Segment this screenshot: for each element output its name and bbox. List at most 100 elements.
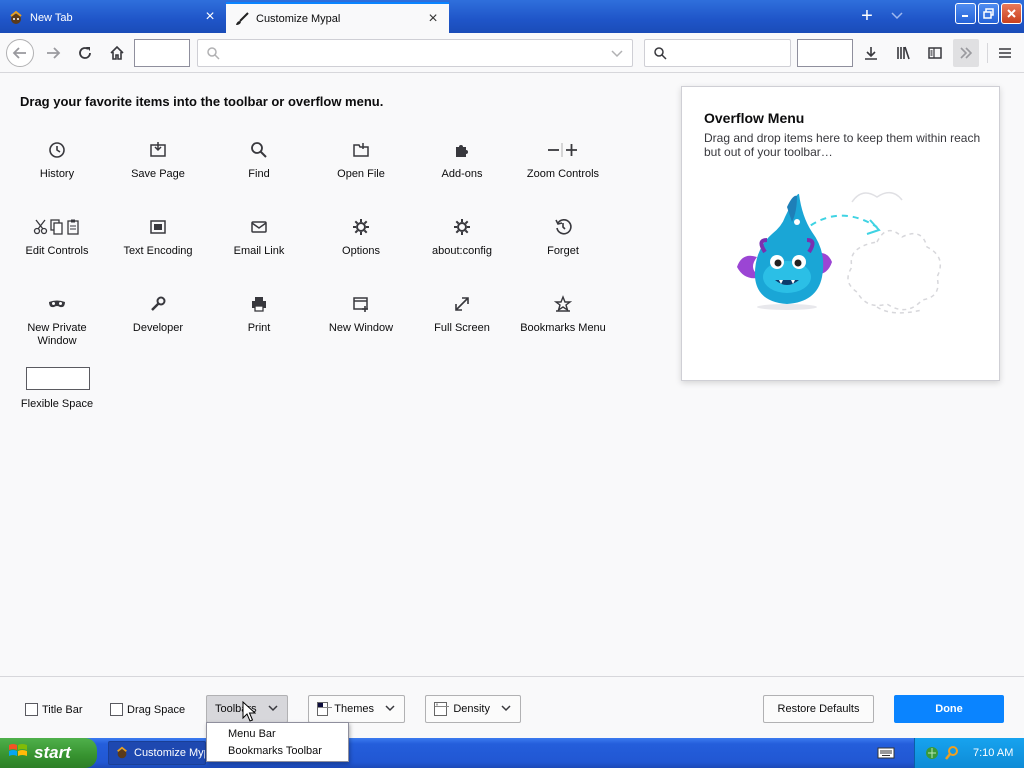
chevron-down-icon [384, 702, 396, 717]
back-arrow-icon[interactable] [6, 39, 34, 67]
checkbox-box[interactable] [25, 703, 38, 716]
palette-item-about-config[interactable]: about:config [412, 215, 512, 258]
minimize-icon[interactable] [955, 3, 976, 24]
envelope-icon [209, 215, 309, 239]
browser-window: New Tab × Customize Mypal × + Drag your … [0, 0, 1024, 768]
chevron-down-icon[interactable] [890, 8, 908, 26]
palette-item-email-link[interactable]: Email Link [209, 215, 309, 258]
taskbar-item-label: Customize Mypal [134, 747, 205, 759]
palette-item-label: Forget [547, 245, 579, 257]
flexible-space-item[interactable] [26, 367, 90, 390]
close-tab-icon[interactable]: × [425, 11, 441, 27]
flexible-space-slot[interactable] [134, 39, 190, 67]
palette-item-find[interactable]: Find [209, 138, 309, 181]
magnifier-icon [209, 138, 309, 162]
tab-new-tab[interactable]: New Tab × [0, 2, 226, 33]
palette-item-print[interactable]: Print [209, 292, 309, 335]
palette-item-label: Email Link [233, 245, 285, 257]
palette-item-new-private-window[interactable]: New Private Window [7, 292, 107, 348]
wrench-icon [108, 292, 208, 316]
restore-window-icon[interactable] [978, 3, 999, 24]
home-icon[interactable] [104, 41, 130, 65]
edit-icon [7, 215, 107, 239]
customize-footer: Title Bar Drag Space Toolbars Themes Den… [0, 676, 1024, 738]
chevron-down-icon[interactable] [610, 46, 624, 63]
menu-item-menu-bar[interactable]: Menu Bar [228, 728, 276, 740]
palette-item-history[interactable]: History [7, 138, 107, 181]
tab-label: Customize Mypal [256, 12, 341, 25]
palette-item-full-screen[interactable]: Full Screen [412, 292, 512, 335]
palette-item-label: Options [342, 245, 380, 257]
reload-icon[interactable] [72, 41, 98, 65]
palette-item-label: Bookmarks Menu [520, 322, 606, 334]
url-bar[interactable] [197, 39, 633, 67]
toolbar-separator [987, 43, 988, 63]
palette-item-new-window[interactable]: New Window [311, 292, 411, 335]
done-button[interactable]: Done [894, 695, 1004, 723]
checkbox-box[interactable] [110, 703, 123, 716]
network-icon[interactable] [925, 745, 941, 761]
palette-item-edit-controls[interactable]: Edit Controls [7, 215, 107, 258]
folder-icon [311, 138, 411, 162]
save-page-icon [108, 138, 208, 162]
taskbar: start Customize Mypal 7:10 AM [0, 738, 1024, 768]
density-swatch-icon [434, 702, 449, 716]
bookmarks-icon [513, 292, 613, 316]
mypal-logo-icon [8, 10, 24, 26]
drag-space-checkbox[interactable]: Drag Space [110, 703, 185, 716]
palette-item-options[interactable]: Options [311, 215, 411, 258]
palette-item-bookmarks-menu[interactable]: Bookmarks Menu [513, 292, 613, 335]
palette-item-save-page[interactable]: Save Page [108, 138, 208, 181]
title-bar-checkbox[interactable]: Title Bar [25, 703, 83, 716]
flexible-space-label: Flexible Space [20, 398, 94, 410]
gear-icon [412, 215, 512, 239]
keyboard-icon[interactable] [877, 747, 895, 762]
start-button[interactable]: start [0, 738, 97, 768]
themes-dropdown-button[interactable]: Themes [308, 695, 405, 723]
density-dropdown-button[interactable]: Density [425, 695, 521, 723]
fullscreen-icon [412, 292, 512, 316]
palette-item-label: New Private Window [27, 322, 87, 347]
hamburger-menu-icon[interactable] [992, 41, 1018, 65]
palette-item-label: Text Encoding [123, 245, 193, 257]
palette-item-open-file[interactable]: Open File [311, 138, 411, 181]
checkbox-label: Title Bar [42, 703, 83, 716]
tab-customize[interactable]: Customize Mypal × [226, 2, 449, 33]
palette-item-label: Find [248, 168, 270, 180]
new-tab-plus-icon[interactable]: + [857, 6, 877, 27]
mypal-logo-icon [115, 746, 129, 760]
palette-item-label: Full Screen [434, 322, 490, 334]
toolbars-menu: Menu Bar Bookmarks Toolbar [206, 722, 349, 762]
palette-item-label: Save Page [131, 168, 185, 180]
paintbrush-icon [234, 11, 250, 27]
download-icon[interactable] [858, 41, 884, 65]
menu-item-bookmarks-toolbar[interactable]: Bookmarks Toolbar [228, 745, 322, 757]
search-icon[interactable] [944, 745, 960, 761]
overflow-chevron-icon[interactable] [953, 39, 979, 67]
restore-defaults-button[interactable]: Restore Defaults [763, 695, 874, 723]
library-icon[interactable] [890, 41, 916, 65]
theme-swatch-icon [317, 702, 332, 716]
search-bar[interactable] [644, 39, 791, 67]
forward-arrow-icon[interactable] [40, 41, 66, 65]
taskbar-item-customize-mypal[interactable]: Customize Mypal [108, 741, 206, 765]
forget-icon [513, 215, 613, 239]
palette-item-label: Zoom Controls [526, 168, 600, 180]
overflow-title: Overflow Menu [704, 110, 805, 126]
puzzle-icon [412, 138, 512, 162]
palette-item-label: Print [247, 322, 271, 334]
palette-item-developer[interactable]: Developer [108, 292, 208, 335]
sidebar-icon[interactable] [922, 41, 948, 65]
flexible-space-slot[interactable] [797, 39, 853, 67]
palette-item-forget[interactable]: Forget [513, 215, 613, 258]
close-window-icon[interactable] [1001, 3, 1022, 24]
palette-item-add-ons[interactable]: Add-ons [412, 138, 512, 181]
zoom-icon [513, 138, 613, 162]
close-tab-icon[interactable]: × [202, 9, 218, 25]
palette-item-zoom-controls[interactable]: Zoom Controls [513, 138, 613, 181]
overflow-menu-panel[interactable]: Overflow Menu Drag and drop items here t… [681, 86, 1000, 381]
mask-icon [7, 292, 107, 316]
button-label: Themes [334, 703, 374, 715]
palette-item-text-encoding[interactable]: Text Encoding [108, 215, 208, 258]
palette-item-label: History [39, 168, 75, 180]
